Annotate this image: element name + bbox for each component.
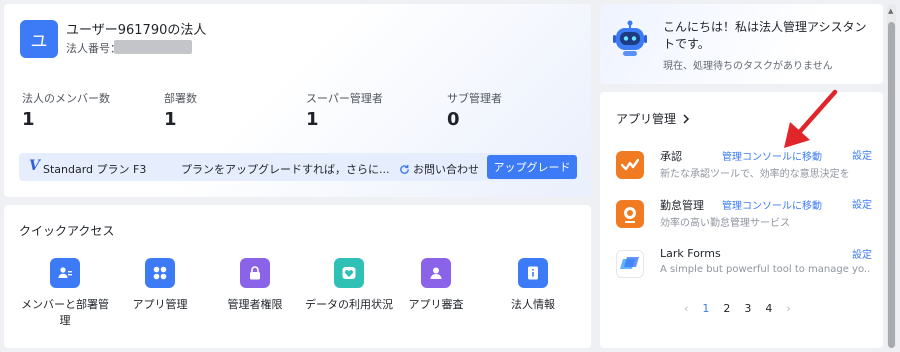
upgrade-button[interactable]: アップグレード <box>487 155 577 179</box>
scrollbar-thumb[interactable] <box>888 22 895 348</box>
org-name: ユーザー961790の法人 <box>66 23 207 38</box>
pagination-prev-button[interactable]: ‹ <box>684 302 688 315</box>
contact-label: お問い合わせ <box>413 163 479 176</box>
quick-access-members-departments[interactable]: メンバーと部署管理 <box>18 258 112 329</box>
approval-icon <box>616 151 644 179</box>
assistant-greeting: こんにちは！私は法人管理アシスタントです。 <box>663 20 867 51</box>
stat-departments-label: 部署数 <box>164 92 197 105</box>
annotation-arrow-icon <box>784 89 838 148</box>
app-description: 新たな承認ツールで、効率的な意思決定を <box>660 169 850 180</box>
chevron-right-icon <box>683 113 690 124</box>
scroll-up-icon[interactable]: ▲ <box>888 7 893 15</box>
pagination-page[interactable]: 2 <box>723 302 730 315</box>
stat-sub-admins-value[interactable]: 0 <box>447 109 460 130</box>
pagination-page[interactable]: 4 <box>765 302 772 315</box>
lock-icon <box>240 258 270 288</box>
go-to-admin-console-link[interactable]: 管理コンソールに移動 <box>722 197 822 212</box>
org-id-label: 法人番号： <box>66 42 121 55</box>
app-description: A simple but powerful tool to manage yo.… <box>660 264 870 275</box>
app-row-lark-forms: Lark Forms 設定 A simple but powerful tool… <box>616 245 872 289</box>
pagination: ‹ 1 2 3 4 › <box>684 302 791 315</box>
app-name: Lark Forms <box>660 247 721 260</box>
attendance-icon <box>616 200 644 228</box>
data-heart-icon <box>334 258 364 288</box>
quick-access-label: アプリ管理 <box>132 298 188 311</box>
app-row-approval: 承認 管理コンソールに移動 設定 新たな承認ツールで、効率的な意思決定を <box>616 146 872 190</box>
plan-upgrade-message[interactable]: プランをアップグレードすれば，さらに... <box>181 161 390 177</box>
refresh-icon <box>400 164 409 174</box>
stat-super-admins-value[interactable]: 1 <box>306 109 319 130</box>
plan-name: Standard プラン F3 <box>43 163 147 176</box>
scrollbar[interactable]: ▲ <box>887 4 896 348</box>
app-name: 承認 <box>660 150 682 163</box>
org-avatar: ユ <box>20 20 58 58</box>
stat-members-label: 法人のメンバー数 <box>22 92 110 105</box>
members-departments-icon <box>50 258 80 288</box>
app-row-attendance: 勤怠管理 管理コンソールに移動 設定 効率の高い勤怠管理サービス <box>616 195 872 239</box>
app-name: 勤怠管理 <box>660 199 704 212</box>
robot-assistant-icon <box>613 20 647 56</box>
user-review-icon <box>421 258 451 288</box>
app-management-link[interactable]: アプリ管理 <box>616 110 690 127</box>
quick-access-admin-permissions[interactable]: 管理者権限 <box>208 258 302 313</box>
assistant-task-status: 現在、処理待ちのタスクがありません <box>663 61 833 72</box>
quick-access-label: 法人情報 <box>511 298 555 311</box>
organization-card: ユ ユーザー961790の法人 法人番号： 法人のメンバー数 1 部署数 1 ス… <box>4 4 591 197</box>
forms-icon <box>616 250 644 278</box>
pagination-page[interactable]: 1 <box>702 302 709 315</box>
quick-access-label: 管理者権限 <box>227 298 283 311</box>
app-settings-link[interactable]: 設定 <box>852 196 872 211</box>
quick-access-app-management[interactable]: アプリ管理 <box>113 258 207 313</box>
apps-grid-icon <box>145 258 175 288</box>
plan-logo: V <box>29 158 40 174</box>
stat-super-admins-label: スーパー管理者 <box>306 92 383 105</box>
quick-access-label: データの利用状況 <box>305 298 393 311</box>
app-settings-link[interactable]: 設定 <box>852 147 872 162</box>
org-info-icon <box>518 258 548 288</box>
app-management-card: アプリ管理 承認 管理コンソールに移動 設定 新たな承認ツールで、効率的な意思決… <box>600 92 883 348</box>
app-settings-link[interactable]: 設定 <box>852 246 872 261</box>
pagination-page[interactable]: 3 <box>744 302 751 315</box>
quick-access-label: メンバーと部署管理 <box>21 298 109 327</box>
org-id-redacted <box>114 40 192 54</box>
stat-members-value[interactable]: 1 <box>22 109 35 130</box>
plan-banner: V Standard プラン F3 プランをアップグレードすれば，さらに... … <box>19 153 577 181</box>
quick-access-data-usage[interactable]: データの利用状況 <box>302 258 396 313</box>
quick-access-org-info[interactable]: 法人情報 <box>486 258 580 313</box>
contact-link[interactable]: お問い合わせ <box>399 161 479 177</box>
assistant-card: こんにちは！私は法人管理アシスタントです。 現在、処理待ちのタスクがありません <box>600 4 883 84</box>
app-management-title: アプリ管理 <box>616 112 677 126</box>
quick-access-label: アプリ審査 <box>408 298 464 311</box>
go-to-admin-console-link[interactable]: 管理コンソールに移動 <box>722 148 822 163</box>
quick-access-title: クイックアクセス <box>19 224 115 238</box>
stat-sub-admins-label: サブ管理者 <box>447 92 502 105</box>
stat-departments-value[interactable]: 1 <box>164 109 177 130</box>
pagination-next-button[interactable]: › <box>786 302 790 315</box>
quick-access-app-review[interactable]: アプリ審査 <box>389 258 483 313</box>
quick-access-card: クイックアクセス メンバーと部署管理 アプリ管理 管理者権限 データの利用状況 … <box>4 205 591 348</box>
app-description: 効率の高い勤怠管理サービス <box>660 218 790 229</box>
